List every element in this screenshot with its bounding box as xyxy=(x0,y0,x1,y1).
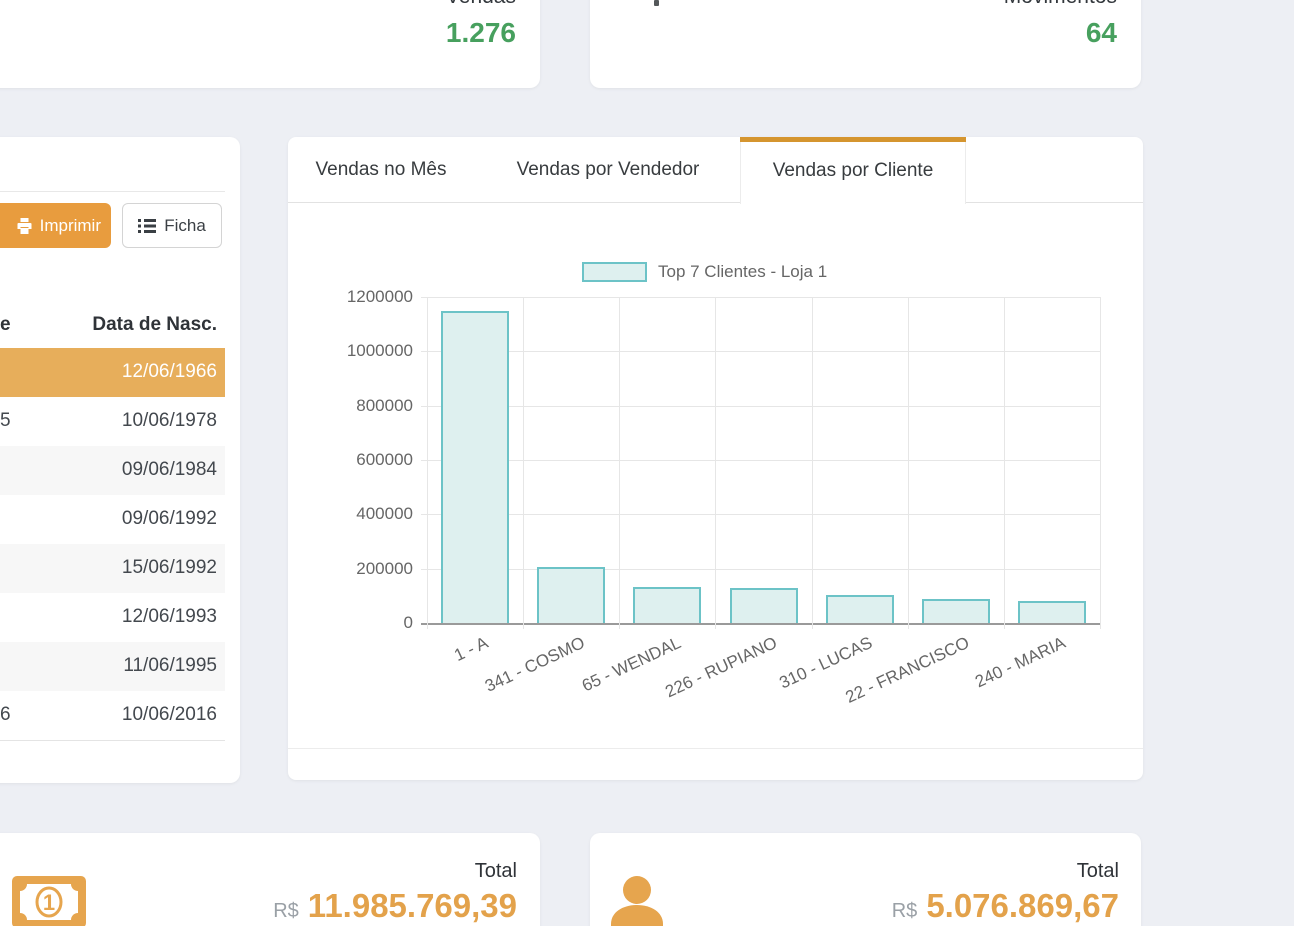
table-row[interactable]: 5 10/06/1978 xyxy=(0,397,225,446)
bar-chart: Top 7 Clientes - Loja 1 0 200000 400000 600… xyxy=(288,203,1143,749)
cell-date: 09/06/1992 xyxy=(122,508,217,530)
bar-1 - A[interactable] xyxy=(441,311,509,623)
total-label: Total xyxy=(1077,860,1119,883)
imprimir-button-label: Imprimir xyxy=(40,216,101,236)
x-gridline xyxy=(908,297,909,629)
total-value-row: R$ 11.985.769,39 xyxy=(273,885,517,926)
table-header-date: Data de Nasc. xyxy=(92,314,217,336)
total-value-row: R$ 5.076.869,67 xyxy=(892,885,1119,926)
tab-vendas-por-vendedor[interactable]: Vendas por Vendedor xyxy=(474,137,742,203)
currency-symbol: R$ xyxy=(273,900,299,923)
y-tick-label: 400000 xyxy=(288,504,413,524)
x-gridline xyxy=(619,297,620,629)
ficha-button[interactable]: Ficha xyxy=(122,203,222,248)
card-header-divider xyxy=(0,191,225,192)
table-row[interactable]: 11/06/1995 xyxy=(0,642,225,691)
cell-date: 09/06/1984 xyxy=(122,459,217,481)
chart-tab-bar: Vendas no Mês Vendas por Vendedor Vendas… xyxy=(288,137,1143,203)
tab-vendas-no-mes[interactable]: Vendas no Mês xyxy=(288,137,474,203)
y-tick-label: 0 xyxy=(288,613,413,633)
y-tick-label: 200000 xyxy=(288,559,413,579)
x-gridline xyxy=(1100,297,1101,629)
cell-date: 10/06/1978 xyxy=(122,410,217,432)
bar-341 - COSMO[interactable] xyxy=(537,567,605,623)
stat-value-movimentos: 64 xyxy=(1086,16,1117,50)
cell-date: 12/06/1993 xyxy=(122,606,217,628)
bar-65 - WENDAL[interactable] xyxy=(633,587,701,623)
table-body: 12/06/1966 5 10/06/1978 09/06/1984 09/06… xyxy=(0,348,225,741)
total-sales-value: 11.985.769,39 xyxy=(308,885,517,926)
printer-icon xyxy=(16,218,33,234)
currency-symbol: R$ xyxy=(892,900,918,923)
money-bill-icon: 1 xyxy=(12,876,86,926)
total-clients-value: 5.076.869,67 xyxy=(926,885,1119,926)
bar-22 - FRANCISCO[interactable] xyxy=(922,599,990,623)
clients-table-card: Imprimir Ficha e Data de Nasc. 12/06/196… xyxy=(0,137,240,783)
table-row[interactable]: 09/06/1992 xyxy=(0,495,225,544)
x-gridline xyxy=(427,297,428,629)
svg-text:1: 1 xyxy=(43,890,55,915)
total-sales-card: 1 Total R$ 11.985.769,39 xyxy=(0,833,540,926)
table-row[interactable]: 09/06/1984 xyxy=(0,446,225,495)
stat-label-movimentos: Movimentos xyxy=(1004,0,1117,10)
ficha-button-label: Ficha xyxy=(164,216,206,236)
stat-card-vendas: Vendas 1.276 xyxy=(0,0,540,88)
sales-chart-card: Vendas no Mês Vendas por Vendedor Vendas… xyxy=(288,137,1143,780)
list-icon xyxy=(138,219,156,233)
x-gridline xyxy=(715,297,716,629)
cell-partial: 5 xyxy=(0,410,11,432)
table-row[interactable]: 12/06/1993 xyxy=(0,593,225,642)
y-tick-label: 800000 xyxy=(288,396,413,416)
x-tick-label: 240 - MARIA xyxy=(972,633,1069,692)
cell-date: 15/06/1992 xyxy=(122,557,217,579)
cell-date: 12/06/1966 xyxy=(122,361,217,383)
cell-partial: 6 xyxy=(0,704,11,726)
bar-226 - RUPIANO[interactable] xyxy=(730,588,798,623)
stat-label-vendas: Vendas xyxy=(446,0,516,10)
bar-240 - MARIA[interactable] xyxy=(1018,601,1086,623)
x-gridline xyxy=(812,297,813,629)
y-tick-label: 1200000 xyxy=(288,287,413,307)
legend-label: Top 7 Clientes - Loja 1 xyxy=(658,262,827,282)
stat-card-movimentos: Movimentos 64 xyxy=(590,0,1141,88)
person-icon xyxy=(608,873,666,926)
stat-value-vendas: 1.276 xyxy=(446,16,516,50)
table-header-row: e Data de Nasc. xyxy=(0,302,225,348)
active-tab-indicator xyxy=(740,137,966,142)
tab-vendas-por-cliente[interactable]: Vendas por Cliente xyxy=(740,137,966,204)
bar-310 - LUCAS[interactable] xyxy=(826,595,894,623)
cell-date: 11/06/1995 xyxy=(123,655,217,677)
clipped-icon-fragment xyxy=(654,0,659,6)
table-row[interactable]: 6 10/06/2016 xyxy=(0,691,225,740)
imprimir-button[interactable]: Imprimir xyxy=(0,203,111,248)
cell-date: 10/06/2016 xyxy=(122,704,217,726)
table-row[interactable]: 15/06/1992 xyxy=(0,544,225,593)
dashboard-screen: Vendas 1.276 Movimentos 64 Imprimir Fich… xyxy=(0,0,1294,926)
x-gridline xyxy=(1004,297,1005,629)
total-label: Total xyxy=(475,860,517,883)
y-tick-label: 600000 xyxy=(288,450,413,470)
x-gridline xyxy=(523,297,524,629)
x-tick-label: 1 - A xyxy=(451,633,491,666)
table-row-selected[interactable]: 12/06/1966 xyxy=(0,348,225,397)
legend-swatch xyxy=(582,262,647,282)
total-clients-card: Total R$ 5.076.869,67 xyxy=(590,833,1141,926)
table-header-partial: e xyxy=(0,314,11,336)
x-tick-label: 341 - COSMO xyxy=(482,633,588,697)
y-tick-label: 1000000 xyxy=(288,341,413,361)
